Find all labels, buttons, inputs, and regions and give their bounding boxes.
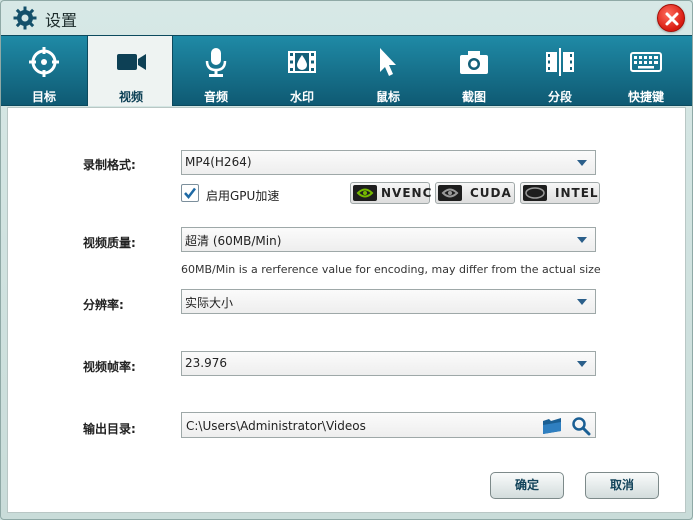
tab-label: 视频 bbox=[118, 90, 143, 104]
tab-label: 目标 bbox=[31, 90, 56, 104]
framerate-value: 23.976 bbox=[185, 356, 227, 370]
film-drop-icon bbox=[288, 51, 316, 73]
tab-bar: 目标 视频 音频 水印 鼠标 截图 分段 快捷键 bbox=[1, 35, 692, 106]
nvidia-logo-icon bbox=[438, 185, 462, 201]
quality-hint: 60MB/Min is a rerference value for encod… bbox=[181, 263, 601, 276]
title-bar[interactable]: 设置 bbox=[1, 1, 692, 35]
tab-segment[interactable]: 分段 bbox=[517, 36, 603, 106]
output-path-value: C:\Users\Administrator\Videos bbox=[186, 419, 366, 433]
nvenc-text: NVENC bbox=[381, 186, 433, 200]
gpu-label: 启用GPU加速 bbox=[206, 189, 280, 203]
camera-icon bbox=[460, 51, 488, 74]
video-camera-icon bbox=[117, 54, 146, 70]
checkmark-icon bbox=[184, 187, 196, 199]
split-icon bbox=[546, 48, 574, 76]
nvenc-badge[interactable]: NVENC bbox=[350, 182, 433, 204]
framerate-select[interactable]: 23.976 bbox=[181, 351, 596, 376]
output-path-field[interactable]: C:\Users\Administrator\Videos bbox=[181, 412, 596, 438]
keyboard-icon bbox=[630, 52, 662, 72]
tab-label: 快捷键 bbox=[627, 90, 664, 104]
close-icon bbox=[665, 12, 679, 26]
quality-select[interactable]: 超清 (60MB/Min) bbox=[181, 227, 596, 252]
cancel-button[interactable]: 取消 bbox=[585, 472, 659, 499]
nvidia-logo-icon bbox=[353, 185, 377, 201]
settings-window: 设置 目标 视频 音频 水印 鼠标 截图 分段 快捷键 录制格式: MP4(H2… bbox=[0, 0, 693, 520]
cuda-badge[interactable]: CUDA bbox=[435, 182, 515, 204]
intel-logo-icon bbox=[523, 185, 547, 201]
tab-audio[interactable]: 音频 bbox=[173, 36, 259, 106]
intel-badge[interactable]: INTEL bbox=[520, 182, 600, 204]
tab-label: 音频 bbox=[203, 90, 228, 104]
resolution-label: 分辨率: bbox=[83, 298, 124, 312]
folder-icon[interactable] bbox=[542, 417, 562, 435]
format-select[interactable]: MP4(H264) bbox=[181, 150, 596, 175]
chevron-down-icon bbox=[577, 299, 587, 305]
cursor-icon bbox=[380, 48, 396, 76]
tab-hotkeys[interactable]: 快捷键 bbox=[603, 36, 689, 106]
resolution-value: 实际大小 bbox=[185, 296, 234, 310]
quality-value: 超清 (60MB/Min) bbox=[185, 234, 282, 248]
microphone-icon bbox=[205, 48, 227, 77]
tab-mouse[interactable]: 鼠标 bbox=[345, 36, 431, 106]
quality-label: 视频质量: bbox=[83, 236, 136, 250]
output-label: 输出目录: bbox=[83, 422, 136, 436]
format-value: MP4(H264) bbox=[185, 155, 252, 169]
close-button[interactable] bbox=[657, 4, 685, 32]
window-title: 设置 bbox=[45, 11, 78, 30]
tab-video[interactable]: 视频 bbox=[87, 36, 173, 106]
tab-label: 分段 bbox=[547, 90, 572, 104]
resolution-select[interactable]: 实际大小 bbox=[181, 289, 596, 314]
ok-button[interactable]: 确定 bbox=[490, 472, 564, 499]
intel-text: INTEL bbox=[555, 186, 599, 200]
tab-label: 水印 bbox=[289, 90, 314, 104]
target-icon bbox=[29, 47, 59, 77]
tab-label: 截图 bbox=[461, 90, 486, 104]
tab-target[interactable]: 目标 bbox=[1, 36, 87, 106]
gear-icon bbox=[13, 6, 37, 30]
gpu-checkbox[interactable] bbox=[181, 184, 199, 202]
search-icon[interactable] bbox=[571, 416, 591, 436]
chevron-down-icon bbox=[577, 361, 587, 367]
tab-screenshot[interactable]: 截图 bbox=[431, 36, 517, 106]
tab-label: 鼠标 bbox=[375, 90, 400, 104]
format-label: 录制格式: bbox=[83, 158, 136, 172]
video-settings-panel: 录制格式: MP4(H264) 启用GPU加速 NVENC CUDA INTEL… bbox=[7, 107, 686, 513]
chevron-down-icon bbox=[577, 160, 587, 166]
chevron-down-icon bbox=[577, 237, 587, 243]
tab-watermark[interactable]: 水印 bbox=[259, 36, 345, 106]
framerate-label: 视频帧率: bbox=[83, 360, 136, 374]
cuda-text: CUDA bbox=[470, 186, 512, 200]
